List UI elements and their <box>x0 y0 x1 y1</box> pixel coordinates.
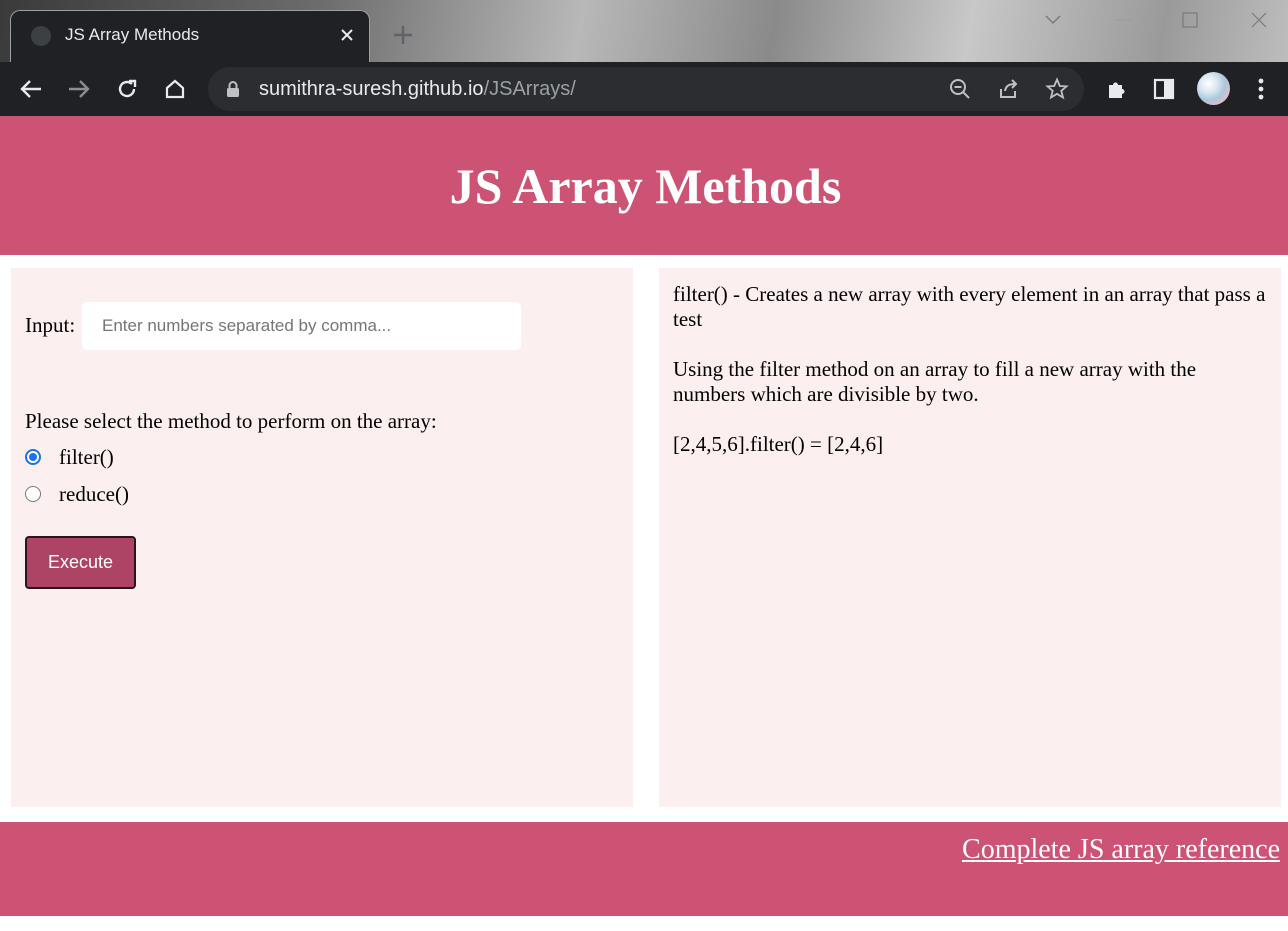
more-menu-icon[interactable] <box>1246 74 1276 104</box>
execute-button[interactable]: Execute <box>25 536 136 589</box>
reduce-label: reduce() <box>59 481 129 506</box>
star-icon[interactable] <box>1044 76 1070 102</box>
address-bar[interactable]: sumithra-suresh.github.io/JSArrays/ <box>208 67 1084 111</box>
tab-title: JS Array Methods <box>65 25 200 44</box>
back-arrow-icon[interactable] <box>16 74 46 104</box>
browser-toolbar: sumithra-suresh.github.io/JSArrays/ <box>0 62 1288 116</box>
input-panel: Input: Please select the method to perfo… <box>11 268 633 807</box>
reduce-radio[interactable] <box>25 486 41 502</box>
browser-tab[interactable]: JS Array Methods <box>10 10 370 62</box>
description-panel: filter() - Creates a new array with ever… <box>659 268 1281 807</box>
new-tab-icon[interactable] <box>388 20 418 50</box>
forward-arrow-icon[interactable] <box>64 74 94 104</box>
home-icon[interactable] <box>160 74 190 104</box>
url-text: sumithra-suresh.github.io/JSArrays/ <box>259 78 576 100</box>
maximize-icon[interactable] <box>1175 6 1205 34</box>
option-filter[interactable]: filter() <box>25 443 114 471</box>
close-icon[interactable] <box>335 23 359 47</box>
method-definition: filter() - Creates a new array with ever… <box>673 282 1266 331</box>
minimize-icon[interactable] <box>1108 6 1138 34</box>
method-prompt: Please select the method to perform on t… <box>25 409 437 433</box>
method-example: [2,4,5,6].filter() = [2,4,6] <box>673 432 884 456</box>
favicon-icon <box>31 26 51 46</box>
page-title: JS Array Methods <box>449 157 842 214</box>
filter-radio[interactable] <box>25 449 41 465</box>
array-reference-link[interactable]: Complete JS array reference <box>962 834 1280 866</box>
filter-label: filter() <box>59 444 114 469</box>
page-footer: Complete JS array reference <box>0 822 1288 916</box>
chevron-down-icon[interactable] <box>1038 6 1068 34</box>
extensions-icon[interactable] <box>1102 74 1132 104</box>
share-icon[interactable] <box>996 76 1022 102</box>
window-close-icon[interactable] <box>1244 6 1274 34</box>
browser-title-bar: JS Array Methods <box>0 0 1288 62</box>
profile-avatar[interactable] <box>1197 72 1230 105</box>
page-header: JS Array Methods <box>0 116 1288 255</box>
lock-icon[interactable] <box>226 80 240 103</box>
reload-icon[interactable] <box>112 74 142 104</box>
input-label: Input: <box>25 313 76 337</box>
numbers-input[interactable] <box>82 302 521 350</box>
option-reduce[interactable]: reduce() <box>25 480 129 508</box>
side-panel-icon[interactable] <box>1149 74 1179 104</box>
zoom-out-icon[interactable] <box>947 76 973 102</box>
method-explanation: Using the filter method on an array to f… <box>673 357 1197 406</box>
